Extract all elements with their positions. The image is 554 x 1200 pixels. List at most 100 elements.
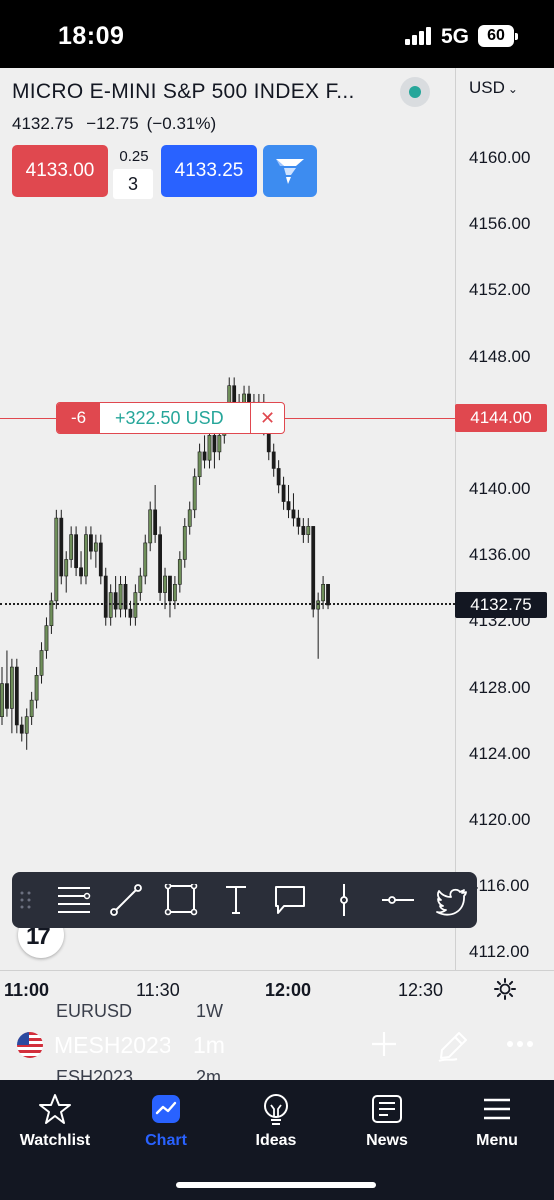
- news-icon: [372, 1095, 402, 1123]
- horizontal-line-tool[interactable]: [378, 884, 418, 916]
- currency-label: USD: [469, 78, 505, 97]
- candle: [301, 518, 306, 543]
- tab-menu[interactable]: Menu: [442, 1092, 552, 1150]
- trend-line-icon: [110, 884, 142, 916]
- time-label-1200: 12:00: [265, 980, 312, 1000]
- lightbulb-icon: [264, 1094, 288, 1125]
- tab-news[interactable]: News: [332, 1092, 442, 1150]
- vertical-line-icon: [340, 884, 348, 916]
- candle: [103, 567, 108, 626]
- candle: [0, 667, 4, 725]
- tab-menu-label: Menu: [476, 1132, 518, 1149]
- rectangle-tool[interactable]: [162, 884, 202, 916]
- home-indicator: [176, 1182, 376, 1188]
- ghost-symbol-top: EURUSD: [56, 1001, 133, 1021]
- text-icon: [226, 886, 246, 914]
- price-label: 4160.00: [469, 148, 531, 167]
- buy-button[interactable]: 4133.25: [161, 145, 257, 197]
- quantity-box: 0.25 3: [113, 145, 155, 201]
- candle: [84, 526, 88, 585]
- more-icon[interactable]: [506, 1040, 534, 1048]
- current-price-line: [0, 603, 455, 605]
- price-label: 4116.00: [469, 876, 530, 896]
- close-position-button[interactable]: ✕: [250, 403, 284, 433]
- plus-icon[interactable]: [370, 1030, 398, 1058]
- callout-tool[interactable]: [270, 884, 310, 916]
- tick-size: 0.25: [119, 148, 149, 165]
- price-axis-divider: [455, 68, 456, 970]
- status-time: 18:09: [58, 22, 125, 50]
- pen-icon[interactable]: [437, 1030, 469, 1062]
- candle: [123, 576, 128, 618]
- current-price-label: 4132.75: [455, 592, 547, 618]
- candle: [29, 691, 34, 725]
- tab-chart[interactable]: Chart: [111, 1092, 221, 1150]
- trend-line-tool[interactable]: [108, 884, 148, 916]
- price-change: −12.75: [86, 114, 139, 133]
- broker-logo-icon: [276, 159, 304, 184]
- share-twitter-tool[interactable]: [432, 884, 472, 916]
- candle: [197, 443, 202, 485]
- cell-signal-icon: [405, 27, 431, 45]
- candle: [138, 567, 143, 601]
- chart-area[interactable]: MICRO E-MINI S&P 500 INDEX F... 4132.75 …: [0, 68, 554, 1080]
- tab-watchlist-label: Watchlist: [19, 1132, 91, 1149]
- symbol-selector[interactable]: MESH2023: [54, 1032, 170, 1059]
- candle: [49, 592, 54, 634]
- candle: [326, 583, 330, 610]
- broker-button[interactable]: [263, 145, 317, 197]
- menu-icon: [484, 1098, 510, 1120]
- candle: [9, 658, 14, 734]
- candle: [14, 658, 19, 734]
- candle: [296, 509, 301, 535]
- candle: [286, 485, 291, 519]
- status-bar: 18:09 5G 60: [0, 0, 554, 68]
- candle: [19, 716, 24, 742]
- drag-handle-icon[interactable]: [20, 890, 32, 910]
- tab-watchlist[interactable]: Watchlist: [0, 1092, 110, 1150]
- tab-news-label: News: [366, 1132, 408, 1149]
- timeframe-selector[interactable]: 1m: [193, 1032, 225, 1059]
- price-label: 4120.00: [469, 810, 531, 829]
- symbol-title[interactable]: MICRO E-MINI S&P 500 INDEX F...: [12, 80, 355, 104]
- position-qty[interactable]: -6: [57, 403, 100, 433]
- candle: [148, 501, 153, 552]
- sell-button[interactable]: 4133.00: [12, 145, 108, 197]
- market-status-icon[interactable]: [400, 77, 430, 107]
- candle: [291, 493, 296, 527]
- candle: [118, 576, 123, 618]
- vertical-line-tool[interactable]: [324, 884, 364, 916]
- horizontal-line-icon: [382, 896, 414, 904]
- candle: [54, 509, 59, 610]
- time-label-1100: 11:00: [4, 980, 50, 1000]
- candle: [39, 642, 44, 684]
- callout-icon: [275, 886, 305, 914]
- lines-menu-tool[interactable]: [54, 884, 94, 916]
- price-label: 4136.00: [469, 545, 531, 565]
- candlestick-chart[interactable]: [0, 68, 455, 970]
- time-label-1130: 11:30: [136, 980, 180, 1000]
- price-label: 4112.00: [469, 942, 530, 962]
- tab-ideas[interactable]: Ideas: [221, 1092, 331, 1150]
- candle: [98, 534, 103, 585]
- candle: [89, 526, 93, 560]
- price-change-pct: (−0.31%): [146, 114, 217, 133]
- position-tag[interactable]: -6 +322.50 USD ✕: [56, 402, 285, 434]
- candle: [168, 575, 172, 618]
- us-flag-icon: [17, 1032, 43, 1058]
- price-label: 4124.00: [469, 743, 531, 763]
- quote-line: 4132.75 −12.75 (−0.31%): [12, 114, 224, 134]
- candle: [34, 667, 39, 709]
- candle: [143, 534, 148, 585]
- candle: [281, 476, 286, 510]
- quantity-input[interactable]: 3: [113, 169, 153, 199]
- text-tool[interactable]: [216, 884, 256, 916]
- currency-selector[interactable]: USD ⌄: [469, 78, 518, 98]
- price-label: 4140.00: [469, 479, 531, 498]
- candle: [306, 518, 311, 543]
- candle: [276, 460, 281, 494]
- star-icon: [39, 1094, 71, 1124]
- settings-icon[interactable]: [493, 977, 517, 1001]
- lines-menu-icon: [58, 887, 91, 913]
- position-pnl: +322.50 USD: [115, 408, 224, 428]
